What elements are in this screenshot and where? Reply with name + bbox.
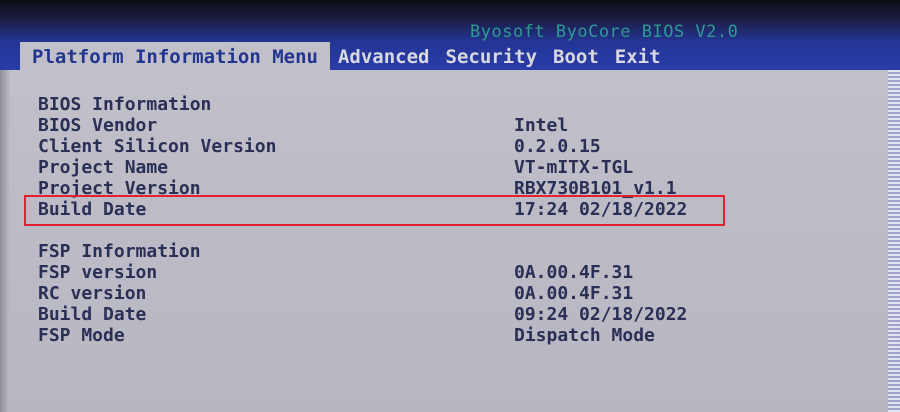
info-panel: BIOS Information BIOS Vendor Intel Clien… [38, 94, 858, 346]
section-heading: BIOS Information [38, 94, 212, 115]
info-value: 0A.00.4F.31 [514, 283, 634, 304]
bios-title: Byosoft ByoCore BIOS V2.0 [470, 22, 739, 42]
info-label: Build Date [38, 199, 147, 220]
fsp-info-heading: FSP Information [38, 241, 858, 262]
bios-menu-bar: Platform Information Menu Advanced Secur… [20, 42, 669, 72]
tab-advanced[interactable]: Advanced [330, 42, 438, 72]
info-label: Project Name [38, 157, 169, 178]
scrollbar[interactable] [888, 70, 900, 412]
info-row-fsp-build-date: Build Date 09:24 02/18/2022 [38, 304, 858, 325]
bios-header-bar: Byosoft ByoCore BIOS V2.0 Platform Infor… [0, 0, 900, 72]
bios-screen: Byosoft ByoCore BIOS V2.0 Platform Infor… [0, 0, 900, 412]
tab-boot[interactable]: Boot [545, 42, 607, 72]
info-row-fsp-version: FSP version 0A.00.4F.31 [38, 262, 858, 283]
info-value: 17:24 02/18/2022 [514, 199, 688, 220]
info-label: Client Silicon Version [38, 136, 277, 157]
info-row-project-version: Project Version RBX730B101_v1.1 [38, 178, 858, 199]
info-row-build-date: Build Date 17:24 02/18/2022 [38, 199, 858, 220]
info-value: Dispatch Mode [514, 325, 655, 346]
info-row-bios-vendor: BIOS Vendor Intel [38, 115, 858, 136]
info-label: FSP Mode [38, 325, 125, 346]
tab-exit[interactable]: Exit [607, 42, 669, 72]
info-value: VT-mITX-TGL [514, 157, 634, 178]
info-label: BIOS Vendor [38, 115, 158, 136]
tab-security[interactable]: Security [438, 42, 546, 72]
info-label: Project Version [38, 178, 201, 199]
info-label: Build Date [38, 304, 147, 325]
info-label: FSP version [38, 262, 158, 283]
info-row-project-name: Project Name VT-mITX-TGL [38, 157, 858, 178]
section-heading: FSP Information [38, 241, 201, 262]
left-bezel [0, 70, 10, 412]
info-row-client-silicon-version: Client Silicon Version 0.2.0.15 [38, 136, 858, 157]
bios-info-heading: BIOS Information [38, 94, 858, 115]
info-row-fsp-mode: FSP Mode Dispatch Mode [38, 325, 858, 346]
info-value: 09:24 02/18/2022 [514, 304, 688, 325]
info-value: 0A.00.4F.31 [514, 262, 634, 283]
info-label: RC version [38, 283, 147, 304]
info-value: Intel [514, 115, 569, 136]
info-value: 0.2.0.15 [514, 136, 601, 157]
info-value: RBX730B101_v1.1 [514, 178, 677, 199]
info-row-rc-version: RC version 0A.00.4F.31 [38, 283, 858, 304]
tab-platform-information[interactable]: Platform Information Menu [20, 42, 330, 72]
